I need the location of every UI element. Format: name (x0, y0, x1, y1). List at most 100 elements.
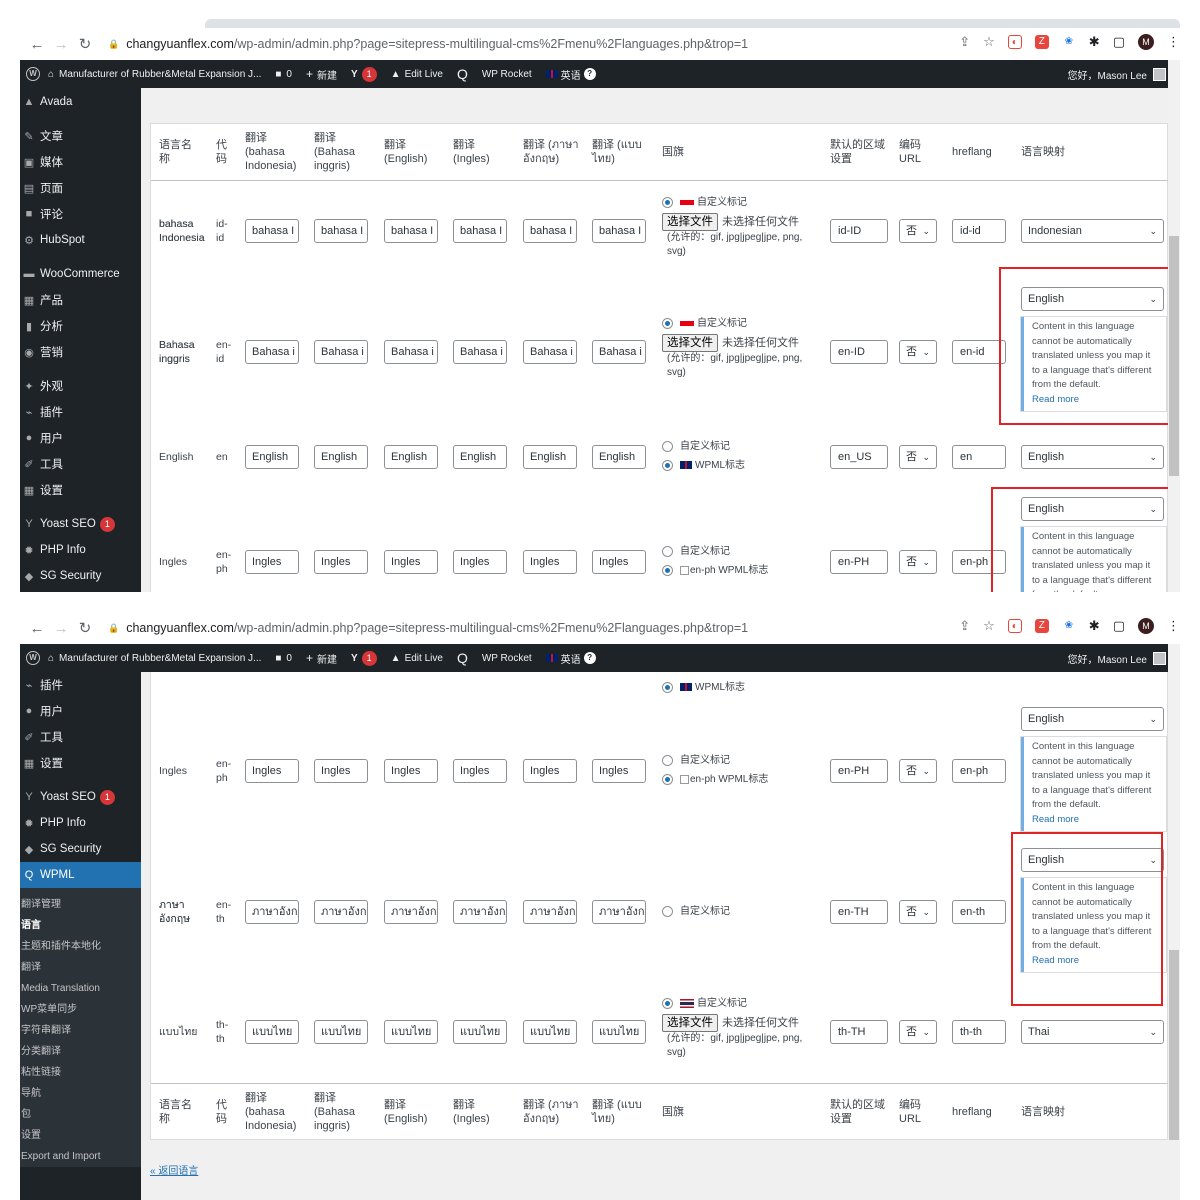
back-to-languages-link[interactable]: « 返回语言 (150, 1162, 198, 1177)
translation-input[interactable]: English (245, 445, 299, 469)
translation-input[interactable]: English (453, 445, 507, 469)
translation-input[interactable]: ภาษาอังก (384, 900, 438, 924)
ext2-icon[interactable]: Z (1034, 35, 1049, 49)
ext1-icon[interactable]: ◐ (1007, 35, 1022, 49)
translation-input[interactable]: ภาษาอังก (245, 900, 299, 924)
translation-input[interactable]: Ingles (314, 759, 368, 783)
site-name-item[interactable]: ⌂ Manufacturer of Rubber&Metal Expansion … (48, 653, 261, 664)
wp-rocket-item[interactable]: WP Rocket (482, 653, 532, 664)
sidebar-item-5[interactable]: ✹ PHP Info (20, 810, 141, 836)
ext1-icon[interactable]: ◐ (1007, 619, 1022, 633)
language-switcher[interactable]: 英语? (545, 651, 596, 666)
scrollbar-thumb[interactable] (1169, 950, 1179, 1140)
translation-input[interactable]: Ingles (245, 759, 299, 783)
encode-url-select[interactable]: 否 ⌄ (899, 340, 937, 364)
translation-input[interactable]: Bahasa i (523, 340, 577, 364)
encode-url-select[interactable]: 否 ⌄ (899, 219, 937, 243)
translation-input[interactable]: English (314, 445, 368, 469)
locale-input[interactable]: en-TH (830, 900, 888, 924)
profile-avatar[interactable]: M (1138, 618, 1154, 634)
sidebar-item-13[interactable]: ✐ 工具 (20, 451, 141, 477)
submenu-item[interactable]: 翻译 (20, 957, 141, 978)
translation-input[interactable]: แบบไทย (592, 1020, 646, 1044)
wp-rocket-item[interactable]: WP Rocket (482, 69, 532, 80)
language-mapping-select[interactable]: Thai ⌄ (1021, 1020, 1164, 1044)
translation-input[interactable]: Bahasa i (245, 340, 299, 364)
sidebar-item-2[interactable]: ▣ 媒体 (20, 149, 141, 175)
comments-item[interactable]: ■ 0 (275, 69, 292, 80)
sidebar-item-3[interactable]: ▦ 设置 (20, 750, 141, 776)
sidebar-item-5[interactable]: ⚙ HubSpot (20, 227, 141, 253)
translation-input[interactable]: Bahasa i (453, 340, 507, 364)
submenu-item[interactable]: 主题和插件本地化 (20, 936, 141, 957)
translation-input[interactable]: ภาษาอังก (453, 900, 507, 924)
locale-input[interactable]: id-ID (830, 219, 888, 243)
sidebar-item-9[interactable]: ◉ 营销 (20, 339, 141, 365)
translation-input[interactable]: English (523, 445, 577, 469)
forward-icon[interactable]: → (52, 620, 70, 637)
translation-input[interactable]: ภาษาอังก (592, 900, 646, 924)
submenu-item[interactable]: 语言 (20, 915, 141, 936)
custom-flag-radio[interactable] (662, 905, 673, 917)
sidebar-item-8[interactable]: ▮ 分析 (20, 313, 141, 339)
language-mapping-select[interactable]: English ⌄ (1021, 707, 1164, 731)
wpml-adminbar-icon[interactable]: Q (457, 650, 468, 666)
choose-file-button[interactable]: 选择文件 (662, 213, 718, 231)
sidebar-item-7[interactable]: Q WPML (20, 862, 141, 888)
translation-input[interactable]: Ingles (314, 550, 368, 574)
sidebar-item-17[interactable]: ◆ SG Security (20, 563, 141, 589)
share-icon[interactable]: ⇪ (959, 34, 970, 50)
wpml-adminbar-icon[interactable]: Q (457, 66, 468, 82)
hreflang-input[interactable]: en-ph (952, 759, 1006, 783)
translation-input[interactable]: Ingles (592, 550, 646, 574)
submenu-item[interactable]: WP菜单同步 (20, 999, 141, 1020)
sidebar-item-11[interactable]: ⌁ 插件 (20, 399, 141, 425)
submenu-item[interactable]: 设置 (20, 1125, 141, 1146)
submenu-item[interactable]: 字符串翻译 (20, 1020, 141, 1041)
sidebar-item-6[interactable]: ▬ WooCommerce (20, 261, 141, 287)
profile-avatar[interactable]: M (1138, 34, 1154, 50)
translation-input[interactable]: Bahasa i (384, 340, 438, 364)
submenu-item[interactable]: 分类翻译 (20, 1041, 141, 1062)
encode-url-select[interactable]: 否 ⌄ (899, 900, 937, 924)
submenu-item[interactable]: 粘性链接 (20, 1062, 141, 1083)
sidebar-item-14[interactable]: ▦ 设置 (20, 477, 141, 503)
translation-input[interactable]: Ingles (592, 759, 646, 783)
menu-icon[interactable]: ⋮ (1167, 618, 1180, 634)
hreflang-input[interactable]: en-th (952, 900, 1006, 924)
encode-url-select[interactable]: 否 ⌄ (899, 550, 937, 574)
custom-flag-radio[interactable] (662, 317, 673, 329)
language-mapping-select[interactable]: English ⌄ (1021, 445, 1164, 469)
sidebar-item-0[interactable]: ▲ Avada (20, 89, 141, 115)
encode-url-select[interactable]: 否 ⌄ (899, 445, 937, 469)
star-icon[interactable]: ☆ (983, 618, 995, 634)
ext2-icon[interactable]: Z (1034, 619, 1049, 633)
hreflang-input[interactable]: en-id (952, 340, 1006, 364)
translation-input[interactable]: bahasa I (245, 219, 299, 243)
sidepanel-icon[interactable]: ▢ (1113, 34, 1125, 50)
site-name-item[interactable]: ⌂ Manufacturer of Rubber&Metal Expansion … (48, 69, 261, 80)
yoast-item[interactable]: Y1 (351, 650, 377, 666)
translation-input[interactable]: Ingles (245, 550, 299, 574)
my-account[interactable]: 您好，Mason Lee (1068, 67, 1166, 82)
translation-input[interactable]: Ingles (453, 759, 507, 783)
wordpress-logo-icon[interactable]: W (26, 651, 40, 665)
tab-strip[interactable] (205, 19, 1180, 28)
locale-input[interactable]: th-TH (830, 1020, 888, 1044)
custom-flag-radio[interactable] (662, 196, 673, 208)
hreflang-input[interactable]: en (952, 445, 1006, 469)
locale-input[interactable]: en-PH (830, 550, 888, 574)
sidebar-item-15[interactable]: Y Yoast SEO 1 (20, 511, 141, 537)
read-more-link[interactable]: Read more (1032, 814, 1079, 825)
translation-input[interactable]: Ingles (523, 759, 577, 783)
translation-input[interactable]: Bahasa i (592, 340, 646, 364)
translation-input[interactable]: English (384, 445, 438, 469)
edit-live-item[interactable]: ▲ Edit Live (391, 69, 443, 80)
choose-file-button[interactable]: 选择文件 (662, 334, 718, 352)
translation-input[interactable]: English (592, 445, 646, 469)
wpml-flag-radio[interactable] (662, 773, 673, 785)
translation-input[interactable]: bahasa I (384, 219, 438, 243)
locale-input[interactable]: en-ID (830, 340, 888, 364)
menu-icon[interactable]: ⋮ (1167, 34, 1180, 50)
ext3-icon[interactable]: ❀ (1061, 35, 1076, 49)
